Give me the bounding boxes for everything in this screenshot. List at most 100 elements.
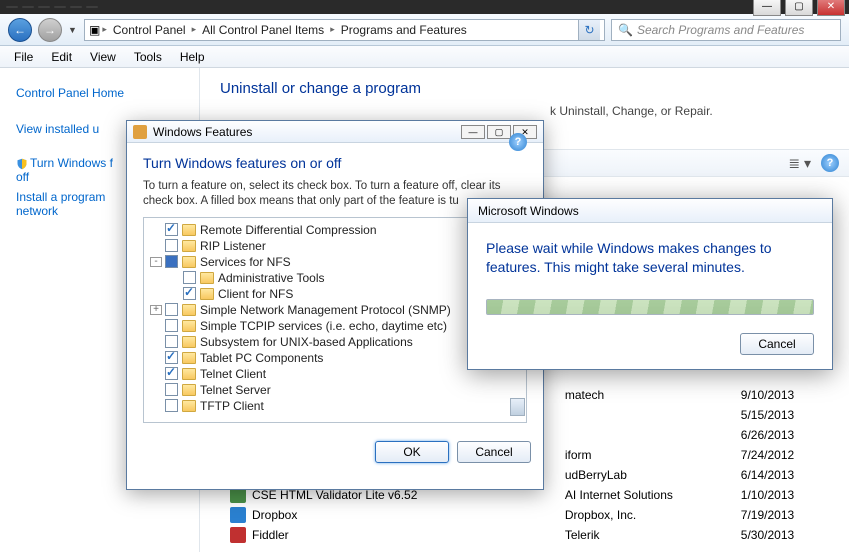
refresh-button[interactable]: ↻ <box>578 20 600 40</box>
outer-minimize-button[interactable]: — <box>753 0 781 16</box>
hint-fragment: k Uninstall, Change, or Repair. <box>550 104 713 118</box>
feature-label: Simple Network Management Protocol (SNMP… <box>200 303 451 317</box>
feature-label: Client for NFS <box>218 287 293 301</box>
browser-tab-strip <box>0 0 849 14</box>
feature-checkbox[interactable] <box>165 255 178 268</box>
forward-button[interactable]: → <box>38 18 62 42</box>
feature-checkbox[interactable] <box>165 367 178 380</box>
menu-view[interactable]: View <box>82 48 124 66</box>
feature-label: Simple TCPIP services (i.e. echo, daytim… <box>200 319 447 333</box>
program-publisher: iform <box>565 448 741 462</box>
feature-label: Services for NFS <box>200 255 291 269</box>
program-date: 7/19/2013 <box>741 508 819 522</box>
feature-checkbox[interactable] <box>165 239 178 252</box>
progress-message: Please wait while Windows makes changes … <box>486 239 814 277</box>
feature-label: Administrative Tools <box>218 271 325 285</box>
wf-ok-button[interactable]: OK <box>375 441 449 463</box>
menu-tools[interactable]: Tools <box>126 48 170 66</box>
progress-cancel-button[interactable]: Cancel <box>740 333 814 355</box>
wf-cancel-button[interactable]: Cancel <box>457 441 531 463</box>
page-title: Uninstall or change a program <box>220 80 829 97</box>
breadcrumb-seg[interactable]: Control Panel <box>109 23 190 37</box>
program-date: 9/10/2013 <box>741 388 819 402</box>
search-icon: 🔍 <box>618 23 633 37</box>
folder-icon <box>182 304 196 316</box>
wf-help-icon[interactable]: ? <box>509 133 527 151</box>
program-publisher: AI Internet Solutions <box>565 488 741 502</box>
menu-help[interactable]: Help <box>172 48 213 66</box>
program-date: 6/26/2013 <box>741 428 819 442</box>
navigation-bar: ← → ▼ ▣ ▸ Control Panel ▸ All Control Pa… <box>0 14 849 46</box>
feature-checkbox[interactable] <box>165 303 178 316</box>
back-button[interactable]: ← <box>8 18 32 42</box>
folder-icon <box>182 368 196 380</box>
feature-item[interactable]: TFTP Client <box>146 398 524 414</box>
browser-tab[interactable] <box>6 6 18 8</box>
progress-bar <box>486 299 814 315</box>
expand-toggle[interactable]: + <box>150 305 162 315</box>
program-date: 1/10/2013 <box>741 488 819 502</box>
breadcrumb-seg[interactable]: Programs and Features <box>337 23 471 37</box>
folder-icon <box>182 384 196 396</box>
table-row[interactable]: FiddlerTelerik5/30/2013 <box>210 525 839 545</box>
program-date: 5/15/2013 <box>741 408 819 422</box>
feature-checkbox[interactable] <box>165 351 178 364</box>
menu-edit[interactable]: Edit <box>43 48 80 66</box>
breadcrumb-bar[interactable]: ▣ ▸ Control Panel ▸ All Control Panel It… <box>84 19 605 41</box>
feature-checkbox[interactable] <box>183 271 196 284</box>
feature-label: Telnet Server <box>200 383 271 397</box>
outer-maximize-button[interactable]: ▢ <box>785 0 813 16</box>
browser-tab[interactable] <box>38 6 50 8</box>
control-panel-home-link[interactable]: Control Panel Home <box>16 86 183 100</box>
table-row[interactable]: DropboxDropbox, Inc.7/19/2013 <box>210 505 839 525</box>
breadcrumb-arrow[interactable]: ▸ <box>102 24 107 35</box>
feature-label: Telnet Client <box>200 367 266 381</box>
program-publisher: udBerryLab <box>565 468 741 482</box>
help-icon[interactable]: ? <box>821 154 839 172</box>
outer-close-button[interactable]: ✕ <box>817 0 845 16</box>
folder-icon <box>182 240 196 252</box>
browser-tab[interactable] <box>70 6 82 8</box>
program-icon <box>230 507 246 523</box>
expand-toggle[interactable]: - <box>150 257 162 267</box>
feature-item[interactable]: Telnet Server <box>146 382 524 398</box>
progress-titlebar[interactable]: Microsoft Windows <box>468 199 832 223</box>
feature-checkbox[interactable] <box>165 383 178 396</box>
view-mode-button[interactable]: ≣ ▾ <box>788 155 811 172</box>
browser-tab[interactable] <box>86 6 98 8</box>
wf-title-icon <box>133 125 147 139</box>
breadcrumb-arrow[interactable]: ▸ <box>192 24 197 35</box>
outer-window-controls: — ▢ ✕ <box>753 0 845 16</box>
program-name: Dropbox <box>252 508 565 522</box>
program-date: 5/30/2013 <box>741 528 819 542</box>
menu-file[interactable]: File <box>6 48 41 66</box>
feature-checkbox[interactable] <box>165 335 178 348</box>
browser-tab[interactable] <box>22 6 34 8</box>
breadcrumb-icon: ▣ <box>89 23 100 37</box>
feature-checkbox[interactable] <box>165 223 178 236</box>
breadcrumb-seg[interactable]: All Control Panel Items <box>198 23 328 37</box>
wf-maximize-button[interactable]: ▢ <box>487 125 511 139</box>
nav-history-dropdown[interactable]: ▼ <box>68 25 78 35</box>
folder-icon <box>182 352 196 364</box>
feature-checkbox[interactable] <box>165 319 178 332</box>
wf-title: Windows Features <box>153 125 252 139</box>
feature-checkbox[interactable] <box>165 399 178 412</box>
progress-title: Microsoft Windows <box>478 204 579 218</box>
browser-tab[interactable] <box>54 6 66 8</box>
feature-label: Tablet PC Components <box>200 351 323 365</box>
feature-label: TFTP Client <box>200 399 264 413</box>
feature-label: Remote Differential Compression <box>200 223 377 237</box>
search-input[interactable]: 🔍 Search Programs and Features <box>611 19 841 41</box>
menu-bar: File Edit View Tools Help <box>0 46 849 68</box>
feature-label: RIP Listener <box>200 239 266 253</box>
turn-windows-features-label: Turn Windows f off <box>16 156 113 184</box>
wf-minimize-button[interactable]: — <box>461 125 485 139</box>
scrollbar-thumb[interactable] <box>510 398 525 416</box>
breadcrumb-arrow[interactable]: ▸ <box>330 24 335 35</box>
program-name: Fiddler <box>252 528 565 542</box>
wf-titlebar[interactable]: Windows Features — ▢ ✕ <box>127 121 543 143</box>
search-placeholder: Search Programs and Features <box>637 23 804 37</box>
feature-checkbox[interactable] <box>183 287 196 300</box>
folder-icon <box>182 256 196 268</box>
